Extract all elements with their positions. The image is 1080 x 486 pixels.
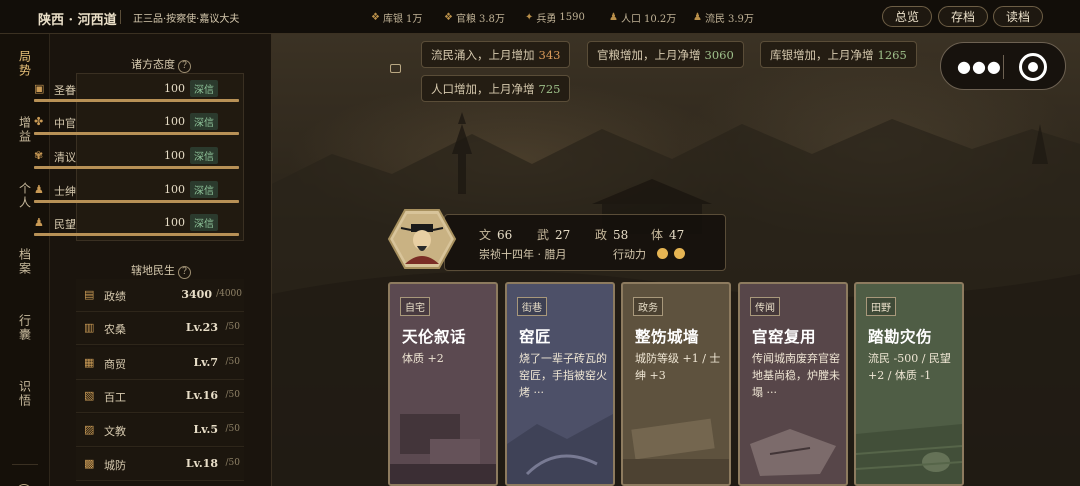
livelihood-row[interactable]: ▥ 农桑 Lv.23/50 <box>76 312 244 345</box>
notice-item[interactable]: 官粮增加，上月净增 3060 <box>587 41 744 68</box>
livelihood-row[interactable]: ▦ 商贸 Lv.7/50 <box>76 347 244 380</box>
nav-archive[interactable]: 档案 <box>0 248 50 276</box>
attitude-row[interactable]: ▣ 圣眷 100 深信 <box>28 79 244 109</box>
load-button[interactable]: 读档 <box>993 6 1043 27</box>
gentry-icon: ♟ <box>34 183 44 196</box>
action-point <box>674 248 685 259</box>
help-icon[interactable]: ? <box>178 266 191 279</box>
stat-politics: 政 58 <box>595 228 629 242</box>
attitude-row[interactable]: ✤ 中官 100 深信 <box>28 112 244 142</box>
avatar[interactable] <box>387 208 457 270</box>
coin-icon: ❖ <box>371 12 380 23</box>
grain-icon: ❖ <box>444 12 453 23</box>
farming-icon: ▥ <box>84 321 95 334</box>
livelihood-row[interactable]: ▨ 文教 Lv.5/50 <box>76 414 244 447</box>
livelihood-row[interactable]: ▧ 百工 Lv.16/50 <box>76 380 244 413</box>
attitude-row[interactable]: ✾ 清议 100 深信 <box>28 146 244 176</box>
divider <box>12 464 38 465</box>
top-bar: 陕西 · 河西道 正三品·按察使·嘉议大夫 ❖ 库银 1万 ❖ 官粮 3.8万 ✦ 兵勇 1… <box>0 0 1080 34</box>
message-icon[interactable] <box>390 64 401 73</box>
status-badge: 深信 <box>190 80 218 97</box>
action-points-label: 行动力 <box>613 248 646 261</box>
card-illustration <box>750 429 836 476</box>
livelihood-row[interactable]: ▩ 城防 Lv.18/50 <box>76 448 244 481</box>
close-icon[interactable] <box>1019 53 1047 81</box>
merit-icon: ▤ <box>84 288 95 301</box>
resource-silver: ❖ 库银 1万 <box>371 12 423 25</box>
stat-martial: 武 27 <box>537 228 571 242</box>
attitude-bar <box>34 132 239 135</box>
status-badge: 深信 <box>190 181 218 198</box>
card-illustration <box>390 414 496 484</box>
attitude-bar <box>34 200 239 203</box>
nav-insight[interactable]: 识悟 <box>0 380 50 408</box>
overview-button[interactable]: 总览 <box>882 6 932 27</box>
resource-soldiers: ✦ 兵勇 1590 <box>525 12 585 25</box>
defense-icon: ▩ <box>84 457 95 470</box>
action-point <box>657 248 668 259</box>
resource-population: ♟ 人口 10.2万 <box>609 12 677 25</box>
character-panel[interactable]: 文 66 武 27 政 58 体 47 崇祯十四年 · 腊月 行动力 <box>444 214 726 271</box>
attitude-bar <box>34 99 239 102</box>
notice-item[interactable]: 库银增加，上月净增 1265 <box>760 41 917 68</box>
event-card-affairs[interactable]: 政务 整饬城墙 城防等级 +1 / 士绅 +3 <box>621 282 731 486</box>
resource-grain: ❖ 官粮 3.8万 <box>444 12 505 25</box>
save-button[interactable]: 存档 <box>938 6 988 27</box>
livelihood-title: 辖地民生? <box>50 262 272 279</box>
people-icon: ♟ <box>609 12 618 23</box>
attitudes-title: 诸方态度? <box>50 56 272 73</box>
event-card-rumor[interactable]: 传闻 官窑复用 传闻城南废弃官窑地基尚稳，炉膛未塌 ··· <box>738 282 848 486</box>
status-badge: 深信 <box>190 113 218 130</box>
attitude-row[interactable]: ♟ 士绅 100 深信 <box>28 180 244 210</box>
card-illustration <box>856 424 962 484</box>
event-card-field[interactable]: 田野 踏勘灾伤 流民 -500 / 民望 +2 / 体质 -1 <box>854 282 964 486</box>
emperor-icon: ▣ <box>34 82 45 95</box>
divider <box>1003 55 1004 79</box>
status-badge: 深信 <box>190 147 218 164</box>
mini-program-capsule: ●●● <box>940 42 1066 90</box>
nav-situation[interactable]: 局势 <box>0 50 50 78</box>
divider <box>120 10 121 24</box>
people-icon: ♟ <box>34 216 44 229</box>
scholar-icon: ✾ <box>34 149 44 162</box>
event-card-home[interactable]: 自宅 天伦叙话 体质 +2 <box>388 282 498 486</box>
more-icon[interactable]: ●●● <box>957 57 1002 76</box>
resource-refugees: ♟ 流民 3.9万 <box>693 12 754 25</box>
craft-icon: ▧ <box>84 389 95 402</box>
refugee-icon: ♟ <box>693 12 702 23</box>
attitude-bar <box>34 233 239 236</box>
attitude-bar <box>34 166 239 169</box>
eunuch-icon: ✤ <box>34 115 44 128</box>
education-icon: ▨ <box>84 423 95 436</box>
card-illustration <box>507 414 613 484</box>
notice-item[interactable]: 人口增加，上月净增 725 <box>421 75 571 102</box>
soldier-icon: ✦ <box>525 12 534 23</box>
notice-item[interactable]: 流民涌入，上月增加 343 <box>421 41 571 68</box>
attitude-row[interactable]: ♟ 民望 100 深信 <box>28 213 244 243</box>
nav-bag[interactable]: 行囊 <box>0 314 50 342</box>
card-illustration <box>623 418 729 484</box>
location-title: 陕西 · 河西道 <box>38 13 117 28</box>
official-rank: 正三品·按察使·嘉议大夫 <box>133 14 240 25</box>
event-card-street[interactable]: 街巷 窑匠 烧了一辈子砖瓦的窑匠，手指被窑火烤 ··· <box>505 282 615 486</box>
trade-icon: ▦ <box>84 356 95 369</box>
livelihood-row[interactable]: ▤ 政绩 3400/4000 <box>76 279 244 312</box>
help-icon[interactable]: ? <box>178 60 191 73</box>
status-badge: 深信 <box>190 214 218 231</box>
game-date: 崇祯十四年 · 腊月 <box>479 248 567 261</box>
stat-physique: 体 47 <box>651 228 685 242</box>
stat-literary: 文 66 <box>479 228 513 242</box>
